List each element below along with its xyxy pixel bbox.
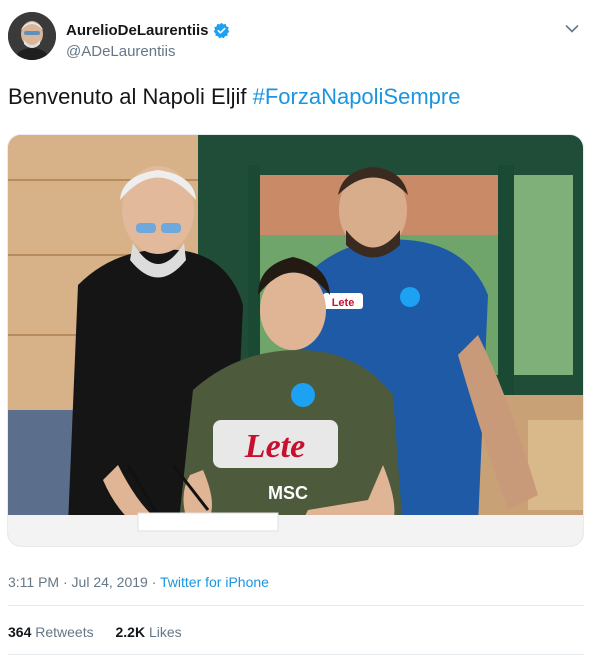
- tweet-meta: 3:11 PM · Jul 24, 2019 · Twitter for iPh…: [8, 574, 269, 590]
- svg-text:MSC: MSC: [268, 483, 308, 503]
- likes-label: Likes: [148, 624, 182, 640]
- svg-text:Lete: Lete: [244, 428, 305, 465]
- source-link[interactable]: Twitter for iPhone: [160, 574, 269, 590]
- retweets-stat[interactable]: 364 Retweets: [8, 624, 94, 640]
- tweet-header: AurelioDeLaurentiis @ADeLaurentiis: [8, 12, 585, 68]
- likes-count: 2.2K: [115, 624, 146, 640]
- avatar[interactable]: [8, 12, 56, 60]
- likes-stat[interactable]: 2.2K Likes: [116, 624, 182, 640]
- hashtag-link[interactable]: #ForzaNapoliSempre: [253, 84, 461, 109]
- tweet-photo[interactable]: Lete Lete MSC: [7, 134, 584, 547]
- verified-badge-icon: [213, 22, 229, 39]
- divider: [8, 654, 584, 655]
- profile-photo-icon: [8, 12, 56, 60]
- chevron-down-icon[interactable]: [565, 24, 579, 34]
- tweet-text: Benvenuto al Napoli Eljif #ForzaNapoliSe…: [8, 84, 460, 110]
- author-display-name[interactable]: AurelioDeLaurentiis: [66, 22, 209, 39]
- tweet-stats: 364 Retweets 2.2K Likes: [8, 624, 200, 640]
- divider: [8, 605, 584, 606]
- svg-text:Lete: Lete: [332, 297, 355, 309]
- tweet-body: Benvenuto al Napoli Eljif: [8, 84, 253, 109]
- retweets-label: Retweets: [35, 624, 94, 640]
- retweets-count: 364: [8, 624, 32, 640]
- timestamp[interactable]: 3:11 PM · Jul 24, 2019 ·: [8, 574, 160, 590]
- author-handle[interactable]: @ADeLaurentiis: [66, 43, 230, 60]
- photo-icon: Lete Lete MSC: [8, 135, 583, 546]
